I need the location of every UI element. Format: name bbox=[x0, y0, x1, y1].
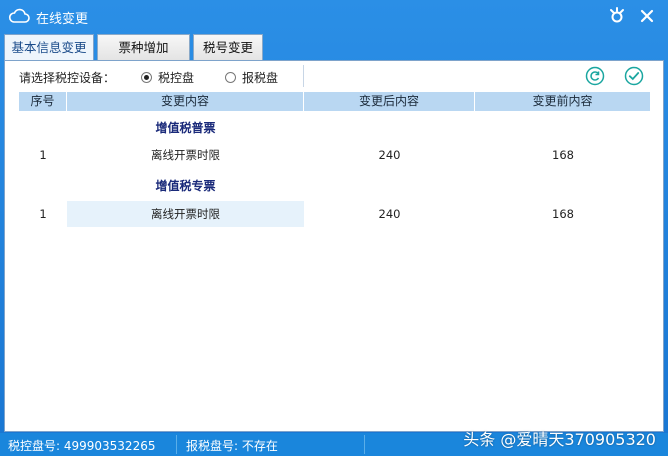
cell-change-item: 离线开票时限 bbox=[67, 201, 304, 227]
table-header: 序号 变更内容 变更后内容 变更前内容 bbox=[19, 92, 651, 111]
header-change-item: 变更内容 bbox=[67, 92, 304, 111]
report-disk-number: 报税盘号: 不存在 bbox=[186, 439, 278, 453]
cell-index: 1 bbox=[39, 207, 47, 221]
radio-dot[interactable] bbox=[225, 72, 236, 83]
cell-before: 168 bbox=[552, 148, 574, 162]
radio-tax-control-disk[interactable]: 税控盘 bbox=[141, 69, 194, 86]
group-title-normal-invoice: 增值税普票 bbox=[155, 121, 216, 135]
header-after-change: 变更后内容 bbox=[304, 92, 475, 111]
tab-ticket-type-add[interactable]: 票种增加 bbox=[97, 34, 190, 60]
toolbar-divider bbox=[303, 65, 304, 87]
cell-before: 168 bbox=[552, 207, 574, 221]
check-icon[interactable] bbox=[624, 66, 644, 86]
close-icon[interactable] bbox=[636, 5, 658, 27]
header-index: 序号 bbox=[19, 92, 67, 111]
title-bar: 在线变更 bbox=[0, 0, 668, 34]
watermark-text: 头条 @爱晴天370905320 bbox=[463, 430, 656, 449]
table-row[interactable]: 1 离线开票时限 240 168 bbox=[19, 201, 651, 227]
cell-after: 240 bbox=[378, 148, 401, 162]
header-before-change: 变更前内容 bbox=[475, 92, 651, 111]
status-separator bbox=[364, 435, 365, 454]
cell-after: 240 bbox=[378, 207, 401, 221]
content-panel: 请选择税控设备： 税控盘 报税盘 序号 变更内容 变更后内容 变更前内容 增值税… bbox=[4, 60, 664, 432]
tax-disk-number: 税控盘号: 499903532265 bbox=[8, 439, 156, 453]
online-change-window: 在线变更 基本信息变更 票种增加 税号变更 请选择税控设备： 税控盘 报税盘 序… bbox=[0, 0, 668, 456]
radio-dot[interactable] bbox=[141, 72, 152, 83]
tab-tax-id-change[interactable]: 税号变更 bbox=[193, 34, 263, 60]
window-title: 在线变更 bbox=[36, 12, 89, 27]
radio-label: 税控盘 bbox=[158, 71, 195, 85]
refresh-icon[interactable] bbox=[585, 66, 605, 86]
device-select-label: 请选择税控设备： bbox=[19, 71, 116, 85]
cell-index: 1 bbox=[39, 148, 47, 162]
group-title-special-invoice: 增值税专票 bbox=[155, 179, 216, 193]
radio-tax-report-disk[interactable]: 报税盘 bbox=[225, 69, 278, 86]
status-separator bbox=[176, 435, 177, 454]
cell-change-item: 离线开票时限 bbox=[151, 148, 220, 162]
radio-label: 报税盘 bbox=[242, 71, 279, 85]
cloud-icon bbox=[8, 8, 30, 23]
tab-basic-info-change[interactable]: 基本信息变更 bbox=[4, 34, 94, 61]
table-row[interactable]: 1 离线开票时限 240 168 bbox=[19, 142, 651, 168]
settings-icon[interactable] bbox=[606, 5, 628, 27]
